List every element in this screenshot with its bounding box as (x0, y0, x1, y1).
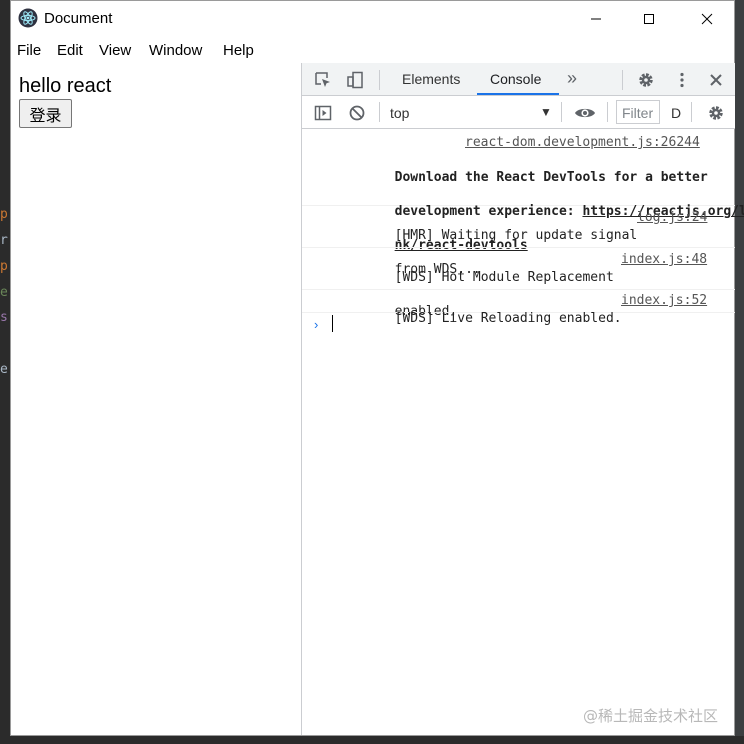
window-title: Document (44, 10, 113, 27)
close-devtools-button[interactable] (705, 69, 727, 91)
more-tabs-button[interactable]: » (567, 68, 577, 89)
show-sidebar-button[interactable] (312, 102, 334, 124)
toolbar-separator (379, 102, 380, 122)
device-mode-icon (347, 71, 363, 89)
toolbar-separator (607, 102, 608, 122)
message-line: [HMR] Waiting for update signal (394, 228, 638, 243)
maximize-button[interactable] (626, 1, 672, 37)
kebab-menu-icon (680, 72, 684, 88)
devtools-toolbar: Elements Console » (302, 63, 735, 96)
background-char: s (0, 310, 8, 325)
title-bar[interactable]: Document (11, 1, 734, 37)
background-char: e (0, 285, 8, 300)
close-icon (701, 13, 713, 25)
console-message: [WDS] Hot Module Replacement enabled. in… (302, 248, 735, 319)
electron-logo-icon (18, 8, 38, 28)
background-editor-strip: p r p e s e (0, 0, 10, 744)
minimize-button[interactable] (573, 1, 619, 37)
app-content: hello react 登录 (11, 65, 301, 735)
filter-input[interactable]: Filter (616, 100, 660, 124)
clear-block-icon (349, 105, 365, 121)
message-line: Download the React DevTools for a better (394, 170, 708, 185)
gear-icon (639, 73, 653, 87)
maximize-icon (644, 14, 654, 24)
gear-icon (709, 106, 723, 120)
close-button[interactable] (684, 1, 730, 37)
live-expression-button[interactable] (572, 102, 598, 124)
watermark: @稀土掘金技术社区 (583, 707, 719, 725)
inspect-cursor-icon (315, 72, 330, 87)
console-message: react-dom.development.js:26244 Download … (302, 131, 744, 253)
menu-file[interactable]: File (17, 42, 41, 59)
console-toolbar: top ▼ Filter D (302, 96, 735, 129)
clear-console-button[interactable] (346, 102, 368, 124)
console-settings-button[interactable] (705, 102, 727, 124)
background-bottom-bar (0, 736, 744, 744)
menu-view[interactable]: View (99, 42, 131, 59)
page-heading: hello react (19, 75, 112, 97)
javascript-context-select[interactable]: top (390, 105, 409, 121)
sidebar-toggle-icon (314, 105, 332, 121)
toolbar-separator (379, 70, 380, 90)
eye-icon (575, 108, 595, 118)
devtools-panel: Elements Console » top ▼ Filter D react-… (301, 63, 744, 735)
menu-window[interactable]: Window (149, 42, 202, 59)
tab-elements[interactable]: Elements (402, 71, 460, 87)
login-button[interactable]: 登录 (19, 99, 72, 128)
source-link[interactable]: index.js:52 (621, 293, 707, 308)
customize-menu-button[interactable] (671, 69, 693, 91)
settings-button[interactable] (635, 69, 657, 91)
device-toolbar-button[interactable] (344, 69, 366, 91)
source-link[interactable]: index.js:48 (621, 252, 707, 267)
close-icon (710, 74, 722, 86)
message-text: [WDS] Live Reloading enabled. (332, 293, 622, 344)
inspect-element-button[interactable] (312, 69, 334, 91)
electron-window: Document File Edit View Window Help hell… (10, 0, 744, 736)
dropdown-arrow-icon: ▼ (540, 105, 552, 119)
console-message: [HMR] Waiting for update signal from WDS… (302, 206, 735, 277)
console-message: [WDS] Live Reloading enabled. index.js:5… (302, 290, 735, 326)
toolbar-separator (622, 70, 623, 90)
active-tab-indicator (477, 93, 559, 95)
minimize-icon (591, 18, 601, 20)
toolbar-separator (691, 102, 692, 122)
menu-bar: File Edit View Window Help (11, 37, 734, 65)
background-char: p (0, 207, 8, 222)
menu-help[interactable]: Help (223, 42, 254, 59)
background-char: r (0, 233, 8, 248)
background-char: p (0, 259, 8, 274)
message-line: [WDS] Live Reloading enabled. (394, 311, 622, 326)
background-char: e (0, 362, 8, 377)
toolbar-separator (561, 102, 562, 122)
console-prompt-icon: › (314, 317, 319, 332)
console-input-caret[interactable] (332, 315, 333, 332)
source-link[interactable]: react-dom.development.js:26244 (465, 135, 700, 150)
menu-edit[interactable]: Edit (57, 42, 83, 59)
message-line: [WDS] Hot Module Replacement (394, 270, 614, 285)
log-levels-dropdown[interactable]: D (671, 105, 681, 121)
tab-console[interactable]: Console (490, 71, 541, 87)
source-link[interactable]: log.js:24 (637, 210, 707, 225)
